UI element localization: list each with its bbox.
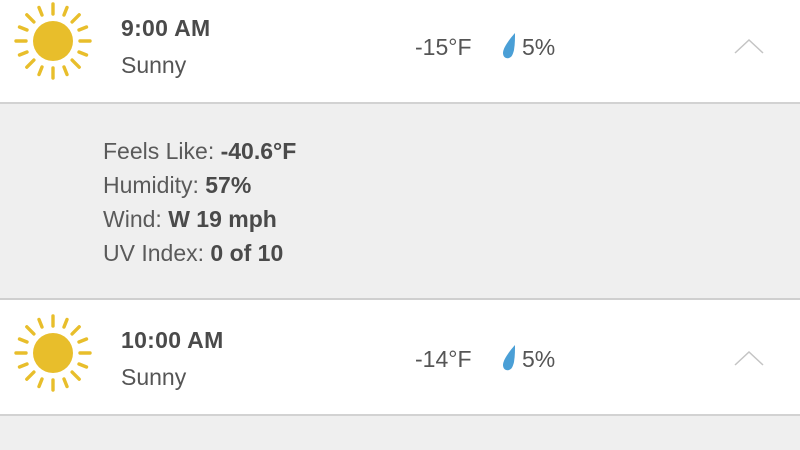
hour-row-9am[interactable] bbox=[0, 0, 800, 104]
hour-condition: Sunny bbox=[121, 52, 187, 78]
uv-index-value: 0 of 10 bbox=[210, 240, 284, 266]
sun-icon bbox=[14, 2, 92, 80]
feels-like-value: -40.6°F bbox=[220, 138, 297, 164]
hour-temperature: -14°F bbox=[415, 346, 472, 372]
wind-row: Wind: W 19 mph bbox=[103, 206, 277, 233]
hour-precipitation: 5% bbox=[522, 346, 556, 372]
hour-temperature: -15°F bbox=[415, 34, 472, 60]
raindrop-icon bbox=[503, 33, 515, 59]
chevron-up-icon[interactable] bbox=[733, 37, 765, 55]
sun-icon bbox=[14, 314, 92, 392]
next-details-panel bbox=[0, 416, 800, 450]
hour-condition: Sunny bbox=[121, 364, 187, 390]
wind-value: W 19 mph bbox=[168, 206, 277, 232]
hour-time: 10:00 AM bbox=[121, 327, 224, 353]
uv-index-label: UV Index: bbox=[103, 240, 211, 266]
feels-like-row: Feels Like: -40.6°F bbox=[103, 138, 296, 165]
humidity-label: Humidity: bbox=[103, 172, 206, 198]
uv-index-row: UV Index: 0 of 10 bbox=[103, 240, 283, 267]
wind-label: Wind: bbox=[103, 206, 169, 232]
hour-time: 9:00 AM bbox=[121, 15, 211, 41]
hour-precipitation: 5% bbox=[522, 34, 556, 60]
chevron-up-icon[interactable] bbox=[733, 349, 765, 367]
hour-row-10am[interactable] bbox=[0, 300, 800, 416]
humidity-row: Humidity: 57% bbox=[103, 172, 251, 199]
humidity-value: 57% bbox=[205, 172, 252, 198]
feels-like-label: Feels Like: bbox=[103, 138, 221, 164]
raindrop-icon bbox=[503, 345, 515, 371]
hour-details-panel bbox=[0, 104, 800, 300]
hourly-forecast-screen: 9:00 AM Sunny -15°F 5% Feels Like: -40.6… bbox=[0, 0, 800, 450]
